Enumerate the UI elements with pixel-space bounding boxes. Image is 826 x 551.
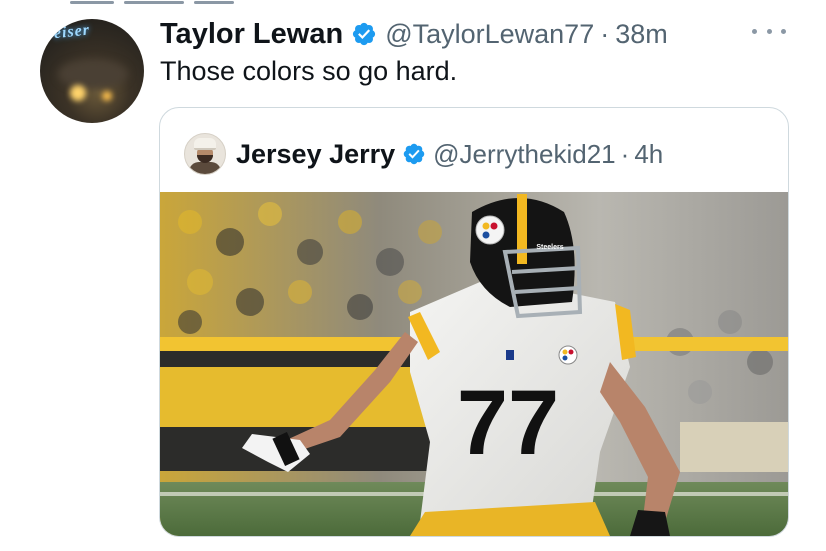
author-avatar[interactable]: eiser: [40, 19, 144, 123]
previous-tweet-fragment: [60, 0, 260, 6]
avatar-neon-sign: eiser: [53, 21, 91, 43]
more-options-icon[interactable]: [752, 21, 786, 41]
author-handle[interactable]: @TaylorLewan77: [385, 19, 594, 50]
verified-badge-icon: [353, 22, 376, 46]
author-display-name[interactable]: Taylor Lewan: [160, 18, 343, 51]
helmet-logo-text: Steelers: [536, 244, 563, 251]
separator-dot: ·: [620, 138, 630, 169]
jersey-number: 77: [457, 372, 559, 474]
quoted-author-avatar[interactable]: [184, 133, 226, 175]
tweet-timestamp[interactable]: 38m: [615, 19, 668, 50]
quoted-tweet-timestamp[interactable]: 4h: [634, 139, 663, 170]
quoted-tweet-header: Jersey Jerry @Jerrythekid21 · 4h: [184, 132, 663, 176]
quoted-tweet-photo[interactable]: 77 Steelers: [160, 192, 788, 536]
verified-badge-icon: [403, 143, 425, 165]
tweet-text: Those colors so go hard.: [160, 56, 458, 86]
quoted-tweet-card[interactable]: Jersey Jerry @Jerrythekid21 · 4h 77 Stee…: [159, 107, 789, 537]
quoted-author-display-name[interactable]: Jersey Jerry: [236, 139, 395, 170]
quoted-author-handle[interactable]: @Jerrythekid21: [433, 139, 615, 170]
tweet-header: Taylor Lewan @TaylorLewan77 · 38m: [160, 16, 668, 52]
separator-dot: ·: [600, 18, 610, 49]
